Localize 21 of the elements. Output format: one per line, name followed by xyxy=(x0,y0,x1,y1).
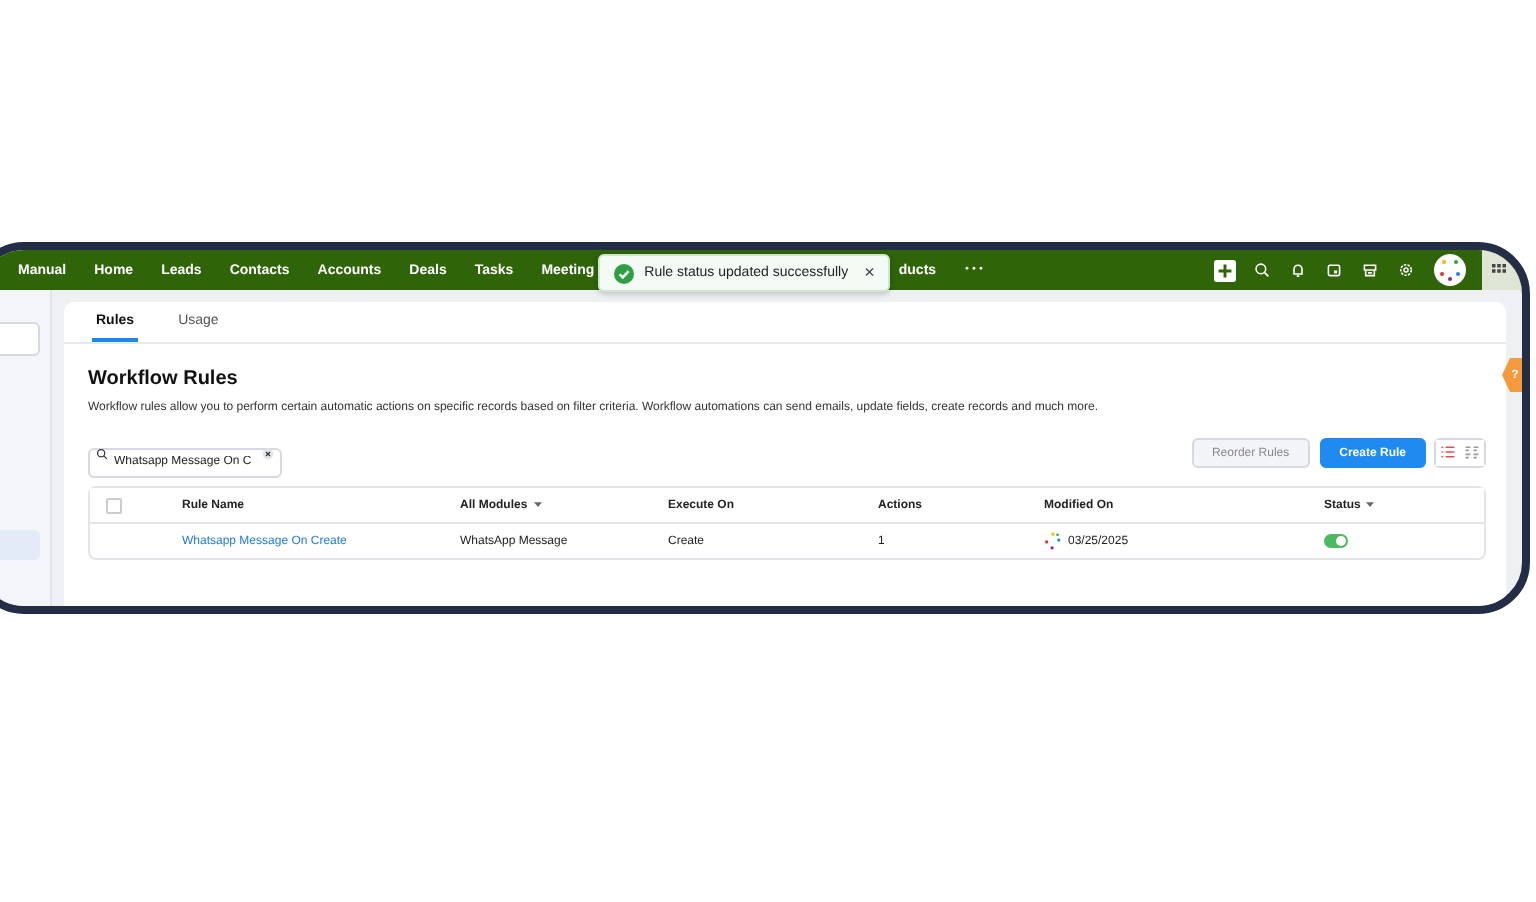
avatar-icon[interactable] xyxy=(1434,254,1466,286)
calendar-icon[interactable] xyxy=(1326,262,1342,278)
select-all-checkbox[interactable] xyxy=(106,497,122,513)
list-view-button[interactable] xyxy=(1436,440,1460,466)
check-circle-icon xyxy=(614,263,635,283)
bell-icon[interactable] xyxy=(1290,262,1306,278)
apps-grid-icon[interactable] xyxy=(1492,263,1506,277)
status-toggle[interactable] xyxy=(1324,534,1348,548)
grid-list-icon xyxy=(1464,444,1480,460)
user-avatar-icon xyxy=(1044,532,1062,550)
settings-icon[interactable] xyxy=(1398,262,1414,278)
close-button[interactable]: × xyxy=(858,264,875,282)
caret-icon[interactable] xyxy=(533,502,542,508)
caret-icon[interactable] xyxy=(1366,502,1375,508)
store-icon[interactable] xyxy=(1362,262,1378,278)
list-icon xyxy=(1440,444,1456,460)
search-icon[interactable] xyxy=(1254,262,1270,278)
grid-view-button[interactable] xyxy=(1460,440,1484,466)
page-title: Workflow Rules xyxy=(88,368,240,390)
add-icon[interactable] xyxy=(1214,259,1236,281)
clear-icon[interactable] xyxy=(262,447,274,459)
